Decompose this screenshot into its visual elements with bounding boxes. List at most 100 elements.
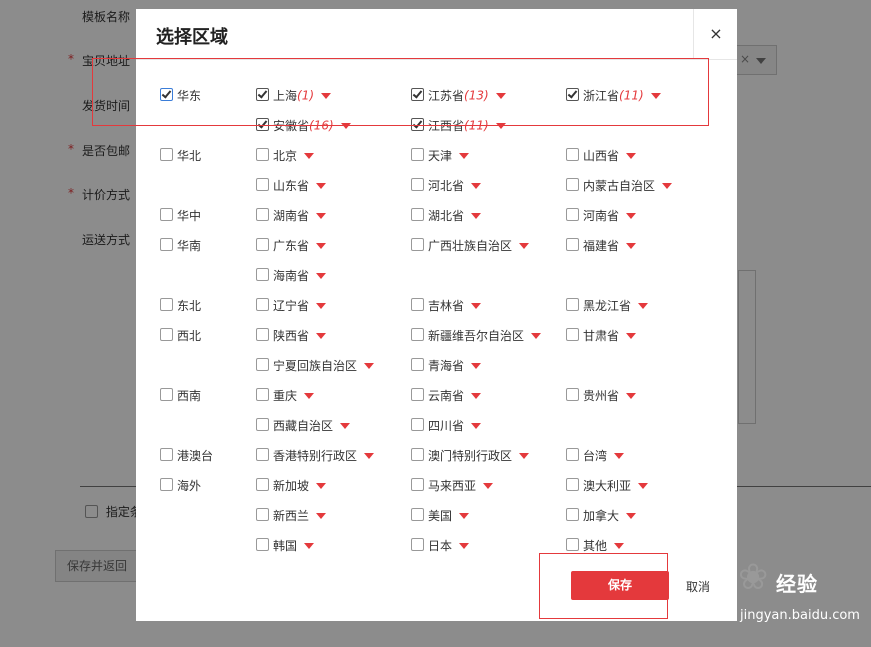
province-checkbox[interactable] — [411, 358, 424, 371]
province-item[interactable]: 海南省 — [256, 267, 327, 284]
province-item[interactable]: 马来西亚 — [411, 477, 494, 494]
province-checkbox[interactable] — [411, 298, 424, 311]
province-checkbox[interactable] — [566, 178, 579, 191]
province-item[interactable]: 美国 — [411, 507, 470, 524]
region-4[interactable]: 东北 — [160, 297, 201, 314]
province-item[interactable]: 新加坡 — [256, 477, 327, 494]
province-item[interactable]: 福建省 — [566, 237, 637, 254]
province-item[interactable]: 陕西省 — [256, 327, 327, 344]
caret-down-icon[interactable] — [662, 182, 673, 189]
province-item[interactable]: 加拿大 — [566, 507, 637, 524]
province-item[interactable]: 云南省 — [411, 387, 482, 404]
province-checkbox[interactable] — [256, 208, 269, 221]
province-checkbox[interactable] — [411, 448, 424, 461]
province-item[interactable]: 贵州省 — [566, 387, 637, 404]
province-checkbox[interactable] — [566, 448, 579, 461]
caret-down-icon[interactable] — [459, 512, 470, 519]
province-checkbox[interactable] — [411, 418, 424, 431]
province-item[interactable]: 香港特别行政区 — [256, 447, 375, 464]
province-checkbox[interactable] — [566, 388, 579, 401]
caret-down-icon[interactable] — [614, 542, 625, 549]
region-checkbox[interactable] — [160, 148, 173, 161]
region-checkbox[interactable] — [160, 238, 173, 251]
region-checkbox[interactable] — [160, 478, 173, 491]
caret-down-icon[interactable] — [304, 392, 315, 399]
province-item[interactable]: 台湾 — [566, 447, 625, 464]
caret-down-icon[interactable] — [519, 242, 530, 249]
region-8[interactable]: 海外 — [160, 477, 201, 494]
province-item[interactable]: 澳门特别行政区 — [411, 447, 530, 464]
province-checkbox[interactable] — [566, 298, 579, 311]
province-checkbox[interactable] — [411, 328, 424, 341]
province-item[interactable]: 新西兰 — [256, 507, 327, 524]
province-checkbox[interactable] — [566, 478, 579, 491]
province-checkbox[interactable] — [411, 238, 424, 251]
province-item[interactable]: 澳大利亚 — [566, 477, 649, 494]
province-checkbox[interactable] — [256, 388, 269, 401]
region-checkbox[interactable] — [160, 388, 173, 401]
province-checkbox[interactable] — [566, 238, 579, 251]
province-item[interactable]: 山西省 — [566, 147, 637, 164]
caret-down-icon[interactable] — [316, 332, 327, 339]
region-checkbox[interactable] — [160, 208, 173, 221]
region-1[interactable]: 华北 — [160, 147, 201, 164]
caret-down-icon[interactable] — [316, 242, 327, 249]
province-checkbox[interactable] — [256, 448, 269, 461]
province-item[interactable]: 西藏自治区 — [256, 417, 351, 434]
caret-down-icon[interactable] — [471, 212, 482, 219]
region-3[interactable]: 华南 — [160, 237, 201, 254]
region-checkbox[interactable] — [160, 328, 173, 341]
province-checkbox[interactable] — [411, 388, 424, 401]
region-checkbox[interactable] — [160, 298, 173, 311]
province-item[interactable]: 其他 — [566, 537, 625, 554]
province-item[interactable]: 青海省 — [411, 357, 482, 374]
caret-down-icon[interactable] — [316, 512, 327, 519]
province-item[interactable]: 天津 — [411, 147, 470, 164]
province-item[interactable]: 甘肃省 — [566, 327, 637, 344]
province-checkbox[interactable] — [566, 148, 579, 161]
province-item[interactable]: 重庆 — [256, 387, 315, 404]
province-item[interactable]: 四川省 — [411, 417, 482, 434]
province-item[interactable]: 新疆维吾尔自治区 — [411, 327, 542, 344]
province-item[interactable]: 宁夏回族自治区 — [256, 357, 375, 374]
caret-down-icon[interactable] — [626, 332, 637, 339]
caret-down-icon[interactable] — [316, 272, 327, 279]
province-item[interactable]: 河南省 — [566, 207, 637, 224]
caret-down-icon[interactable] — [316, 482, 327, 489]
province-checkbox[interactable] — [411, 538, 424, 551]
region-2[interactable]: 华中 — [160, 207, 201, 224]
caret-down-icon[interactable] — [459, 542, 470, 549]
province-checkbox[interactable] — [411, 148, 424, 161]
province-item[interactable]: 广东省 — [256, 237, 327, 254]
province-checkbox[interactable] — [411, 478, 424, 491]
caret-down-icon[interactable] — [638, 302, 649, 309]
province-item[interactable]: 湖南省 — [256, 207, 327, 224]
caret-down-icon[interactable] — [531, 332, 542, 339]
region-6[interactable]: 西南 — [160, 387, 201, 404]
caret-down-icon[interactable] — [626, 152, 637, 159]
province-checkbox[interactable] — [256, 178, 269, 191]
province-item[interactable]: 吉林省 — [411, 297, 482, 314]
province-checkbox[interactable] — [411, 508, 424, 521]
caret-down-icon[interactable] — [316, 212, 327, 219]
province-checkbox[interactable] — [256, 508, 269, 521]
province-checkbox[interactable] — [256, 268, 269, 281]
province-checkbox[interactable] — [256, 328, 269, 341]
caret-down-icon[interactable] — [304, 542, 315, 549]
province-checkbox[interactable] — [566, 208, 579, 221]
caret-down-icon[interactable] — [626, 392, 637, 399]
region-7[interactable]: 港澳台 — [160, 447, 213, 464]
caret-down-icon[interactable] — [364, 362, 375, 369]
close-icon[interactable]: × — [693, 9, 738, 59]
province-item[interactable]: 日本 — [411, 537, 470, 554]
province-checkbox[interactable] — [256, 358, 269, 371]
caret-down-icon[interactable] — [626, 242, 637, 249]
province-checkbox[interactable] — [256, 418, 269, 431]
caret-down-icon[interactable] — [483, 482, 494, 489]
province-item[interactable]: 辽宁省 — [256, 297, 327, 314]
caret-down-icon[interactable] — [519, 452, 530, 459]
province-checkbox[interactable] — [256, 538, 269, 551]
province-item[interactable]: 北京 — [256, 147, 315, 164]
caret-down-icon[interactable] — [471, 182, 482, 189]
caret-down-icon[interactable] — [316, 302, 327, 309]
